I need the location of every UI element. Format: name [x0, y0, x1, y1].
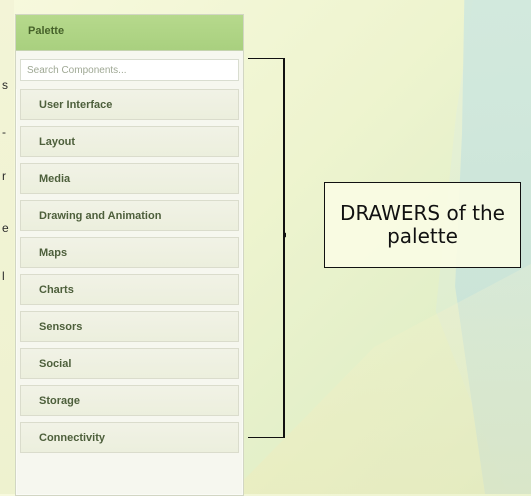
left-cropped-char-2: - — [2, 125, 6, 139]
drawer-drawing-and-animation[interactable]: Drawing and Animation — [20, 200, 239, 231]
drawer-charts[interactable]: Charts — [20, 274, 239, 305]
drawer-sensors[interactable]: Sensors — [20, 311, 239, 342]
left-cropped-char-1: s — [2, 78, 8, 92]
left-background-panel — [0, 0, 14, 494]
left-cropped-char-4: e — [2, 221, 9, 235]
drawer-user-interface[interactable]: User Interface — [20, 89, 239, 120]
search-components-input[interactable] — [20, 59, 239, 81]
drawer-storage[interactable]: Storage — [20, 385, 239, 416]
drawer-media[interactable]: Media — [20, 163, 239, 194]
palette-panel: Palette User Interface Layout Media Draw… — [15, 14, 244, 496]
palette-search-container — [16, 51, 243, 89]
palette-header: Palette — [16, 15, 243, 51]
drawer-social[interactable]: Social — [20, 348, 239, 379]
drawer-layout[interactable]: Layout — [20, 126, 239, 157]
drawers-callout: DRAWERS of the palette — [324, 182, 521, 268]
drawer-maps[interactable]: Maps — [20, 237, 239, 268]
drawer-connectivity[interactable]: Connectivity — [20, 422, 239, 453]
drawer-bracket — [248, 58, 286, 438]
left-cropped-text: s - r e l — [2, 78, 12, 283]
left-cropped-char-3: r — [2, 169, 6, 183]
left-cropped-char-5: l — [2, 269, 5, 283]
palette-drawer-list: User Interface Layout Media Drawing and … — [16, 89, 243, 453]
